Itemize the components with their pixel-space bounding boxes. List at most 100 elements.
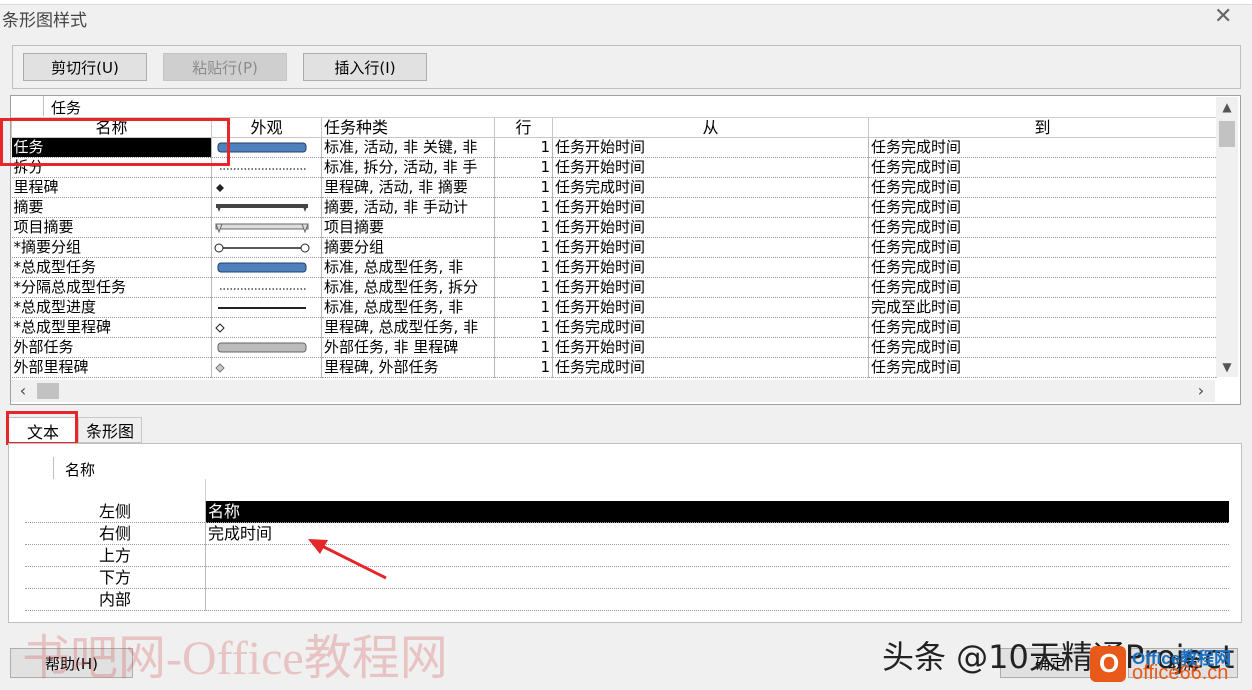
row-from[interactable]: 任务完成时间 xyxy=(552,177,869,198)
row-name[interactable]: 里程碑 xyxy=(11,177,212,198)
row-to[interactable]: 完成至此时间 xyxy=(868,297,1217,318)
row-task-kind[interactable]: 里程碑, 外部任务 xyxy=(321,357,495,378)
text-position-row[interactable]: 内部 xyxy=(25,588,1229,611)
row-name[interactable]: 项目摘要 xyxy=(11,217,212,238)
scroll-thumb[interactable] xyxy=(1219,121,1235,147)
row-line-number[interactable]: 1 xyxy=(494,177,553,198)
row-line-number[interactable]: 1 xyxy=(494,237,553,258)
close-icon[interactable]: ✕ xyxy=(1214,6,1232,28)
row-name[interactable]: *分隔总成型任务 xyxy=(11,277,212,298)
row-from[interactable]: 任务开始时间 xyxy=(552,277,869,298)
row-from[interactable]: 任务开始时间 xyxy=(552,297,869,318)
row-task-kind[interactable]: 标准, 总成型任务, 非 xyxy=(321,297,495,318)
row-from[interactable]: 任务完成时间 xyxy=(552,357,869,378)
row-to[interactable]: 任务完成时间 xyxy=(868,237,1217,258)
row-from[interactable]: 任务完成时间 xyxy=(552,317,869,338)
text-position-row[interactable]: 左侧 名称 xyxy=(25,501,1229,523)
row-task-kind[interactable]: 摘要, 活动, 非 手动计 xyxy=(321,197,495,218)
table-row[interactable]: 摘要 摘要, 活动, 非 手动计 1 任务开始时间 任务完成时间 xyxy=(11,197,1217,218)
row-task-kind[interactable]: 摘要分组 xyxy=(321,237,495,258)
row-to[interactable]: 任务完成时间 xyxy=(868,177,1217,198)
row-name[interactable]: *摘要分组 xyxy=(11,237,212,258)
row-line-number[interactable]: 1 xyxy=(494,277,553,298)
row-from[interactable]: 任务开始时间 xyxy=(552,237,869,258)
row-line-number[interactable]: 1 xyxy=(494,337,553,358)
row-name[interactable]: 外部任务 xyxy=(11,337,212,358)
row-to[interactable]: 任务完成时间 xyxy=(868,277,1217,298)
table-row[interactable]: *摘要分组 摘要分组 1 任务开始时间 任务完成时间 xyxy=(11,237,1217,258)
row-appearance[interactable] xyxy=(211,177,322,198)
text-positions-table[interactable]: 左侧 名称 右侧 完成时间 上方 下方 内部 xyxy=(25,501,1229,611)
row-from[interactable]: 任务开始时间 xyxy=(552,157,869,178)
row-to[interactable]: 任务完成时间 xyxy=(868,217,1217,238)
row-appearance[interactable] xyxy=(211,197,322,218)
row-name[interactable]: 外部里程碑 xyxy=(11,357,212,378)
row-task-kind[interactable]: 标准, 总成型任务, 非 xyxy=(321,257,495,278)
row-name[interactable]: *总成型任务 xyxy=(11,257,212,278)
row-appearance[interactable] xyxy=(211,257,322,278)
grid-edit-entry[interactable]: 任务 xyxy=(11,96,1216,117)
row-task-kind[interactable]: 里程碑, 总成型任务, 非 xyxy=(321,317,495,338)
row-from[interactable]: 任务开始时间 xyxy=(552,197,869,218)
scroll-right-icon[interactable]: › xyxy=(1191,380,1211,402)
text-position-row[interactable]: 右侧 完成时间 xyxy=(25,522,1229,545)
table-row[interactable]: 外部任务 外部任务, 非 里程碑 1 任务开始时间 任务完成时间 xyxy=(11,337,1217,358)
table-row[interactable]: *分隔总成型任务 标准, 总成型任务, 拆分 1 任务开始时间 任务完成时间 xyxy=(11,277,1217,298)
row-from[interactable]: 任务开始时间 xyxy=(552,217,869,238)
row-task-kind[interactable]: 项目摘要 xyxy=(321,217,495,238)
row-appearance[interactable] xyxy=(211,317,322,338)
row-to[interactable]: 任务完成时间 xyxy=(868,357,1217,378)
scroll-left-icon[interactable]: ‹ xyxy=(13,380,33,402)
row-to[interactable]: 任务完成时间 xyxy=(868,337,1217,358)
table-row[interactable]: *总成型进度 标准, 总成型任务, 非 1 任务开始时间 完成至此时间 xyxy=(11,297,1217,318)
row-name[interactable]: 摘要 xyxy=(11,197,212,218)
col-header-to[interactable]: 到 xyxy=(868,117,1217,138)
col-header-row[interactable]: 行 xyxy=(494,117,553,138)
horizontal-scrollbar[interactable]: ‹ › xyxy=(11,380,1215,402)
cut-row-button[interactable]: 剪切行(U) xyxy=(23,53,147,81)
row-appearance[interactable] xyxy=(211,237,322,258)
row-appearance[interactable] xyxy=(211,297,322,318)
row-appearance[interactable] xyxy=(211,337,322,358)
row-appearance[interactable] xyxy=(211,357,322,378)
table-row[interactable]: 项目摘要 项目摘要 1 任务开始时间 任务完成时间 xyxy=(11,217,1217,238)
col-header-from[interactable]: 从 xyxy=(552,117,869,138)
row-line-number[interactable]: 1 xyxy=(494,137,553,158)
row-to[interactable]: 任务完成时间 xyxy=(868,137,1217,158)
row-line-number[interactable]: 1 xyxy=(494,317,553,338)
table-row[interactable]: 外部里程碑 里程碑, 外部任务 1 任务完成时间 任务完成时间 xyxy=(11,357,1217,378)
row-task-kind[interactable]: 里程碑, 活动, 非 摘要 xyxy=(321,177,495,198)
text-position-row[interactable]: 上方 xyxy=(25,544,1229,567)
text-position-value[interactable] xyxy=(205,588,1229,611)
row-line-number[interactable]: 1 xyxy=(494,217,553,238)
row-line-number[interactable]: 1 xyxy=(494,257,553,278)
text-position-row[interactable]: 下方 xyxy=(25,566,1229,589)
text-position-value[interactable]: 名称 xyxy=(205,501,1229,523)
row-to[interactable]: 任务完成时间 xyxy=(868,257,1217,278)
text-edit-entry[interactable]: 名称 xyxy=(25,457,1229,479)
scroll-up-icon[interactable]: ▲ xyxy=(1216,97,1238,117)
row-task-kind[interactable]: 外部任务, 非 里程碑 xyxy=(321,337,495,358)
col-header-task-kind[interactable]: 任务种类 xyxy=(321,117,495,138)
insert-row-button[interactable]: 插入行(I) xyxy=(303,53,427,81)
row-line-number[interactable]: 1 xyxy=(494,357,553,378)
row-from[interactable]: 任务开始时间 xyxy=(552,137,869,158)
row-line-number[interactable]: 1 xyxy=(494,197,553,218)
row-to[interactable]: 任务完成时间 xyxy=(868,157,1217,178)
row-from[interactable]: 任务开始时间 xyxy=(552,257,869,278)
row-to[interactable]: 任务完成时间 xyxy=(868,197,1217,218)
row-from[interactable]: 任务开始时间 xyxy=(552,337,869,358)
hscroll-thumb[interactable] xyxy=(37,383,59,399)
row-line-number[interactable]: 1 xyxy=(494,297,553,318)
table-row[interactable]: *总成型任务 标准, 总成型任务, 非 1 任务开始时间 任务完成时间 xyxy=(11,257,1217,278)
vertical-scrollbar[interactable]: ▲ ▼ xyxy=(1216,97,1238,377)
row-appearance[interactable] xyxy=(211,217,322,238)
row-to[interactable]: 任务完成时间 xyxy=(868,317,1217,338)
row-appearance[interactable] xyxy=(211,277,322,298)
scroll-down-icon[interactable]: ▼ xyxy=(1216,357,1238,377)
row-line-number[interactable]: 1 xyxy=(494,157,553,178)
row-name[interactable]: *总成型进度 xyxy=(11,297,212,318)
row-name[interactable]: *总成型里程碑 xyxy=(11,317,212,338)
table-row[interactable]: 里程碑 里程碑, 活动, 非 摘要 1 任务完成时间 任务完成时间 xyxy=(11,177,1217,198)
row-task-kind[interactable]: 标准, 拆分, 活动, 非 手 xyxy=(321,157,495,178)
